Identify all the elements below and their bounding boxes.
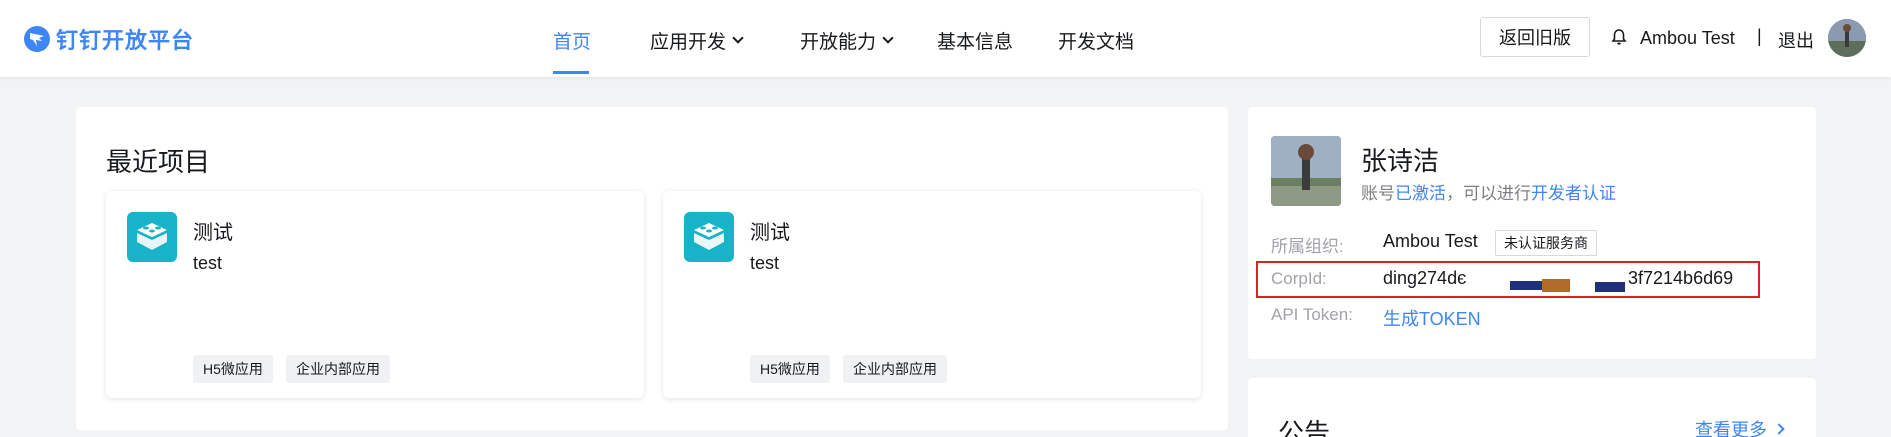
nav-docs-label: 开发文档 bbox=[1058, 32, 1135, 53]
project-card[interactable]: 测试 test H5微应用 企业内部应用 bbox=[106, 191, 644, 398]
account-status-prefix: 账号 bbox=[1361, 184, 1395, 203]
project-tag: H5微应用 bbox=[193, 355, 273, 383]
nav-app-dev-label: 应用开发 bbox=[650, 32, 727, 53]
corpid-label: CorpId: bbox=[1271, 269, 1327, 288]
view-more-label: 查看更多 bbox=[1695, 420, 1767, 437]
developer-profile-panel: 张诗洁 账号已激活，可以进行开发者认证 所属组织: Ambou Test 未认证… bbox=[1248, 107, 1816, 359]
redaction-block bbox=[1595, 282, 1625, 292]
announcement-title: 公告 bbox=[1278, 418, 1331, 437]
redaction-block bbox=[1510, 281, 1542, 290]
profile-name: 张诗洁 bbox=[1361, 146, 1440, 176]
header-separator: | bbox=[1757, 26, 1762, 46]
brand-name: 钉钉开放平台 bbox=[56, 28, 195, 53]
nav-docs[interactable]: 开发文档 bbox=[1058, 27, 1134, 54]
announcement-panel: 公告 查看更多 bbox=[1248, 378, 1816, 437]
recent-projects-panel: 最近项目 测试 test H5微应用 企业内部应用 测试 test H5微应用 … bbox=[76, 107, 1228, 430]
project-card[interactable]: 测试 test H5微应用 企业内部应用 bbox=[663, 191, 1201, 398]
project-name: 测试 bbox=[750, 222, 790, 244]
account-status: 账号已激活，可以进行开发者认证 bbox=[1361, 179, 1616, 204]
uncertified-provider-badge: 未认证服务商 bbox=[1495, 230, 1597, 256]
project-tag: 企业内部应用 bbox=[286, 355, 390, 383]
org-value: Ambou Test bbox=[1383, 231, 1478, 251]
view-more-link[interactable]: 查看更多 bbox=[1695, 416, 1785, 437]
account-status-mid: ，可以进行 bbox=[1446, 184, 1531, 203]
app-block-icon bbox=[127, 212, 177, 262]
bell-icon[interactable] bbox=[1611, 28, 1627, 51]
corpid-value-start: ding274dє bbox=[1383, 268, 1467, 288]
generate-token-link[interactable]: 生成TOKEN bbox=[1383, 305, 1481, 331]
redaction-block bbox=[1542, 279, 1570, 292]
chevron-down-icon bbox=[882, 32, 894, 44]
account-activated-text: 已激活 bbox=[1395, 184, 1446, 203]
app-block-icon bbox=[684, 212, 734, 262]
nav-capabilities-label: 开放能力 bbox=[800, 32, 877, 53]
nav-active-indicator bbox=[553, 71, 589, 74]
project-tag: H5微应用 bbox=[750, 355, 830, 383]
nav-home[interactable]: 首页 bbox=[553, 27, 591, 54]
project-description: test bbox=[193, 253, 223, 273]
user-avatar[interactable] bbox=[1828, 19, 1866, 57]
nav-basic-info[interactable]: 基本信息 bbox=[937, 27, 1013, 54]
brand-logo[interactable]: 钉钉开放平台 bbox=[24, 24, 194, 54]
developer-certification-link[interactable]: 开发者认证 bbox=[1531, 184, 1616, 203]
nav-app-dev[interactable]: 应用开发 bbox=[650, 27, 744, 54]
chevron-down-icon bbox=[732, 32, 744, 44]
org-label: 所属组织: bbox=[1271, 237, 1344, 256]
user-name[interactable]: Ambou Test bbox=[1640, 28, 1735, 49]
corpid-value-end: 3f7214b6d69 bbox=[1628, 268, 1734, 288]
project-description: test bbox=[750, 253, 780, 273]
nav-basic-info-label: 基本信息 bbox=[937, 32, 1014, 53]
project-tag: 企业内部应用 bbox=[843, 355, 947, 383]
nav-home-label: 首页 bbox=[553, 32, 592, 53]
dingtalk-logo-icon bbox=[24, 26, 50, 52]
chevron-right-icon bbox=[1773, 423, 1785, 435]
top-header: 钉钉开放平台 首页 应用开发 开放能力 基本信息 开发文档 返回旧版 Ambou… bbox=[0, 0, 1891, 77]
api-token-label: API Token: bbox=[1271, 305, 1353, 324]
back-to-old-version-button[interactable]: 返回旧版 bbox=[1480, 17, 1590, 57]
nav-capabilities[interactable]: 开放能力 bbox=[800, 27, 894, 54]
project-name: 测试 bbox=[193, 222, 233, 244]
recent-projects-title: 最近项目 bbox=[106, 147, 211, 177]
logout-link[interactable]: 退出 bbox=[1778, 27, 1814, 53]
profile-avatar bbox=[1271, 136, 1341, 206]
